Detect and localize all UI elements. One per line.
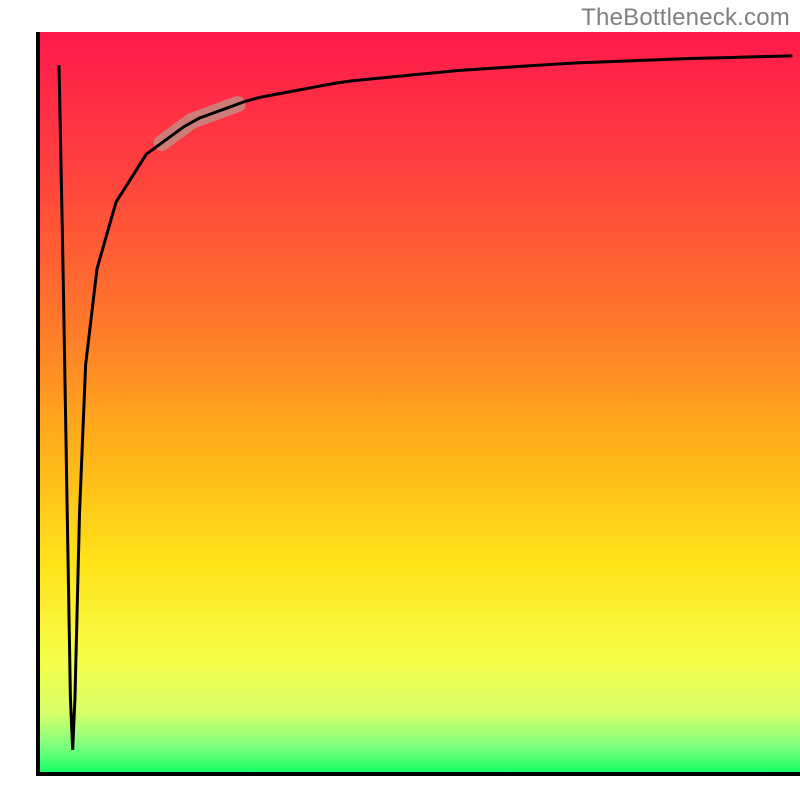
watermark-text: TheBottleneck.com — [581, 4, 790, 32]
chart-stage: TheBottleneck.com — [0, 0, 800, 800]
plot-area — [40, 32, 800, 772]
axis-left-border — [36, 32, 40, 776]
chart-svg — [0, 0, 800, 800]
axis-bottom-border — [36, 772, 800, 776]
